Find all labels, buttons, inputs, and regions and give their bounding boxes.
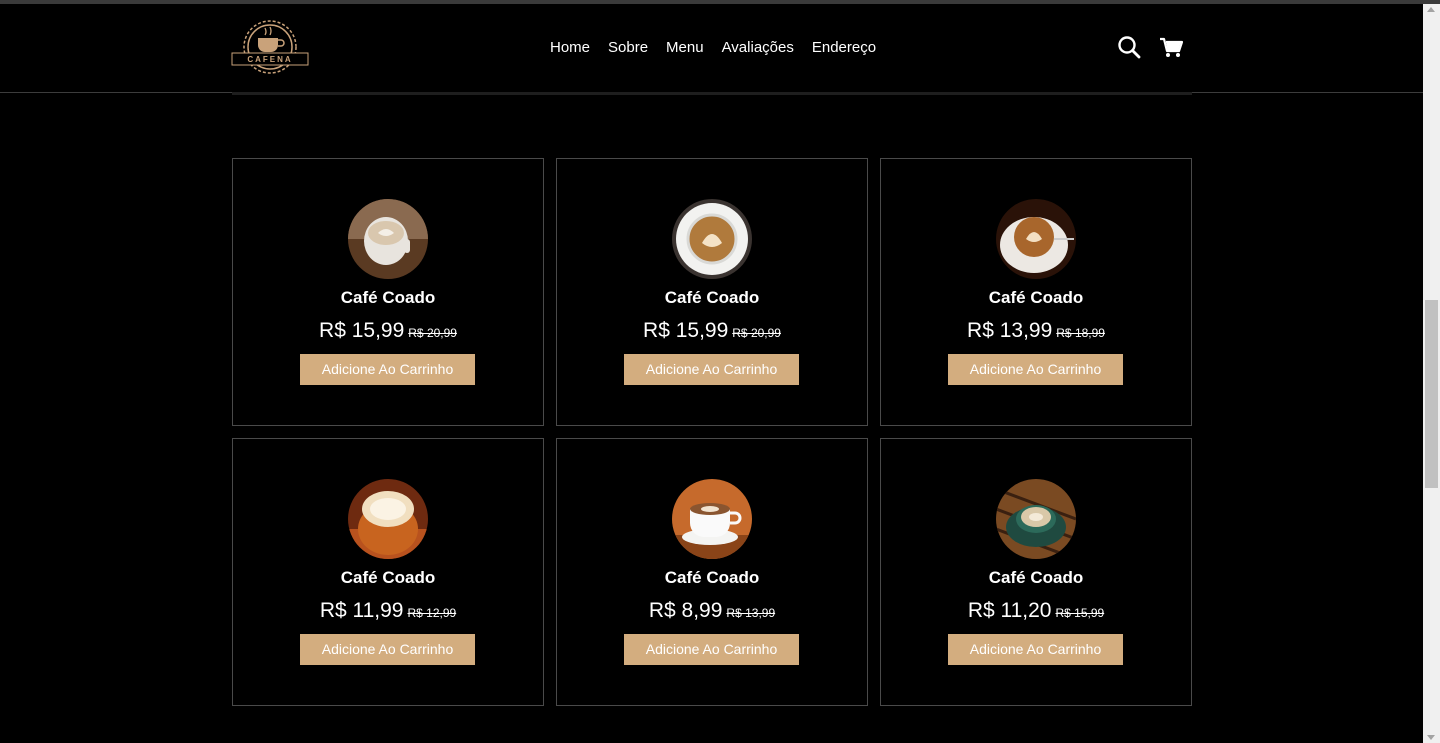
product-card: Café Coado R$ 11,99 R$ 12,99 Adicione Ao …: [232, 438, 544, 706]
product-image: [348, 479, 428, 559]
product-price-row: R$ 11,20 R$ 15,99: [881, 598, 1191, 626]
product-grid: Café Coado R$ 15,99 R$ 20,99 Adicione Ao …: [232, 158, 1192, 706]
product-old-price: R$ 20,99: [732, 326, 781, 340]
product-price: R$ 15,99: [643, 319, 729, 342]
product-image: [996, 199, 1076, 279]
product-name: Café Coado: [340, 568, 436, 587]
product-old-price: R$ 12,99: [407, 606, 457, 620]
product-old-price: R$ 18,99: [1056, 326, 1105, 340]
nav-link-menu[interactable]: Menu: [657, 38, 713, 58]
product-image: [672, 199, 752, 279]
product-price: R$ 8,99: [648, 599, 723, 622]
scroll-down-arrow-icon[interactable]: [1427, 735, 1435, 740]
page-scrollbar[interactable]: [1423, 4, 1440, 743]
product-old-price: R$ 13,99: [726, 606, 776, 620]
product-price: R$ 11,99: [319, 599, 404, 622]
add-to-cart-button[interactable]: Adicione Ao Carrinho: [624, 634, 799, 665]
cart-icon[interactable]: [1159, 35, 1184, 59]
product-name: Café Coado: [988, 568, 1084, 587]
product-name: Café Coado: [664, 568, 760, 587]
product-price-row: R$ 8,99 R$ 13,99: [557, 598, 867, 626]
nav-link-endereco[interactable]: Endereço: [803, 38, 885, 58]
nav-link-sobre[interactable]: Sobre: [599, 38, 657, 58]
product-price-row: R$ 15,99 R$ 20,99: [233, 318, 543, 346]
product-price-row: R$ 11,99 R$ 12,99: [233, 598, 543, 626]
product-image: [348, 199, 428, 279]
product-price: R$ 15,99: [319, 319, 405, 342]
product-card: Café Coado R$ 13,99 R$ 18,99 Adicione Ao …: [880, 158, 1192, 426]
product-name: Café Coado: [664, 288, 760, 307]
product-card: Café Coado R$ 15,99 R$ 20,99 Adicione Ao …: [232, 158, 544, 426]
add-to-cart-button[interactable]: Adicione Ao Carrinho: [300, 354, 475, 385]
add-to-cart-button[interactable]: Adicione Ao Carrinho: [948, 354, 1123, 385]
nav-link-home[interactable]: Home: [541, 38, 599, 58]
scrollbar-thumb[interactable]: [1425, 300, 1438, 488]
product-card: Café Coado R$ 15,99 R$ 20,99 Adicione Ao …: [556, 158, 868, 426]
header-icons: [1117, 35, 1184, 59]
add-to-cart-button[interactable]: Adicione Ao Carrinho: [300, 634, 475, 665]
product-card: Café Coado R$ 11,20 R$ 15,99 Adicione Ao …: [880, 438, 1192, 706]
product-image: [672, 479, 752, 559]
product-card: Café Coado R$ 8,99 R$ 13,99 Adicione Ao C…: [556, 438, 868, 706]
product-price: R$ 11,20: [967, 599, 1052, 622]
add-to-cart-button[interactable]: Adicione Ao Carrinho: [624, 354, 799, 385]
logo-text: CAFENA: [247, 55, 292, 64]
site-header: CAFENA Home Sobre Menu Avaliações Endere…: [0, 4, 1423, 93]
product-price: R$ 13,99: [967, 319, 1053, 342]
product-price-row: R$ 15,99 R$ 20,99: [557, 318, 867, 346]
add-to-cart-button[interactable]: Adicione Ao Carrinho: [948, 634, 1123, 665]
product-name: Café Coado: [988, 288, 1084, 307]
product-image: [996, 479, 1076, 559]
search-icon[interactable]: [1117, 35, 1141, 59]
main-nav: Home Sobre Menu Avaliações Endereço: [541, 38, 885, 58]
product-name: Café Coado: [340, 288, 436, 307]
product-old-price: R$ 15,99: [1055, 606, 1105, 620]
section-divider: [232, 92, 1192, 95]
scroll-up-arrow-icon[interactable]: [1427, 7, 1435, 12]
nav-link-avaliacoes[interactable]: Avaliações: [713, 38, 803, 58]
cafena-logo[interactable]: CAFENA: [231, 16, 309, 78]
product-old-price: R$ 20,99: [408, 326, 457, 340]
product-price-row: R$ 13,99 R$ 18,99: [881, 318, 1191, 346]
